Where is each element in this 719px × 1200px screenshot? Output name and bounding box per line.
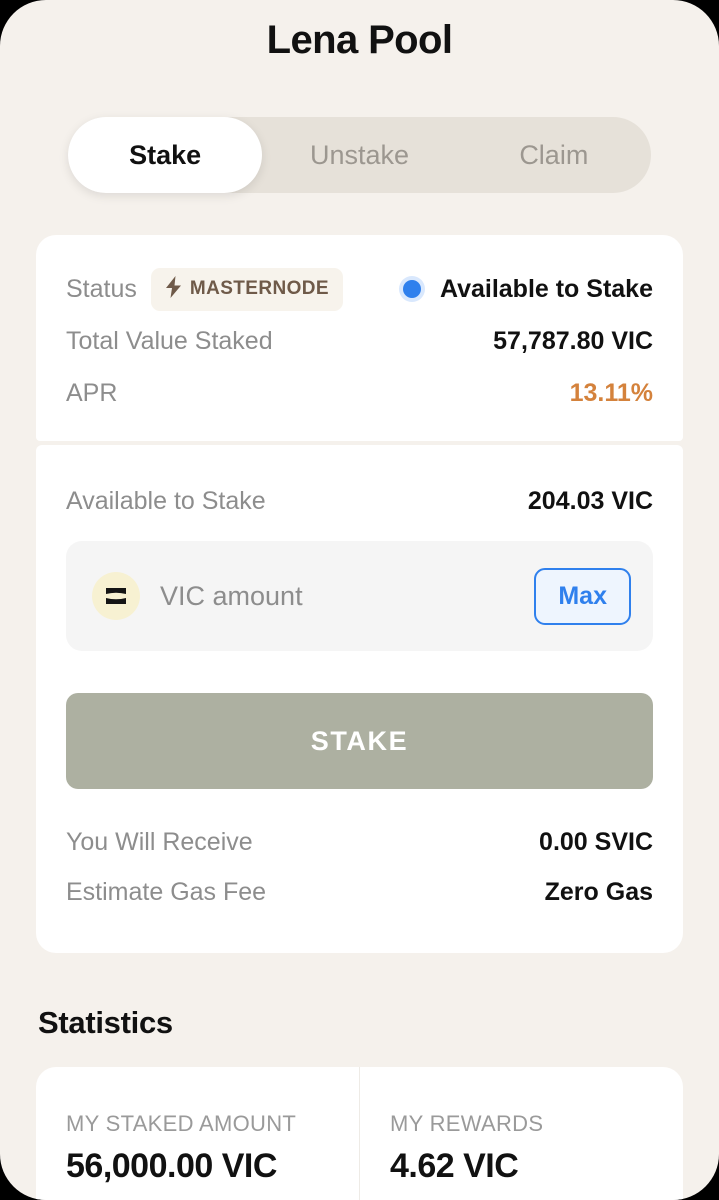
available-to-stake-row: Available to Stake 204.03 VIC [66, 475, 653, 527]
stake-form-card: Available to Stake 204.03 VIC Max STAKE … [36, 445, 683, 953]
stat-label: MY REWARDS [390, 1111, 544, 1136]
apr-row: APR 13.11% [66, 367, 653, 419]
stat-label: MY STAKED AMOUNT [66, 1111, 297, 1136]
gas-fee-value: Zero Gas [544, 877, 653, 906]
tab-claim[interactable]: Claim [457, 117, 651, 193]
stake-panel: Status MASTERNODE Available to Stake Tot… [36, 235, 683, 953]
stat-card-my-rewards: MY REWARDS 4.62 VIC [359, 1067, 683, 1200]
available-to-stake-value: 204.03 VIC [527, 486, 653, 515]
availability-group: Available to Stake [398, 274, 653, 304]
max-button[interactable]: Max [534, 567, 631, 625]
statistics-cards: MY STAKED AMOUNT 56,000.00 VIC MY REWARD… [36, 1067, 683, 1200]
pool-info-card: Status MASTERNODE Available to Stake Tot… [36, 235, 683, 441]
you-will-receive-label: You Will Receive [66, 827, 253, 856]
apr-value: 13.11% [569, 378, 653, 407]
vic-token-icon [92, 572, 140, 620]
stat-value: 56,000.00 VIC [66, 1147, 277, 1185]
gas-fee-label: Estimate Gas Fee [66, 877, 267, 906]
tab-bar: Stake Unstake Claim [68, 117, 651, 193]
tab-stake[interactable]: Stake [68, 117, 263, 193]
tab-bar-container: Stake Unstake Claim [0, 63, 719, 193]
availability-text: Available to Stake [439, 274, 653, 303]
status-left-group: Status MASTERNODE [66, 267, 343, 311]
amount-input[interactable] [160, 580, 515, 612]
gas-fee-row: Estimate Gas Fee Zero Gas [66, 867, 653, 917]
amount-input-container[interactable]: Max [66, 541, 653, 651]
bolt-icon [165, 275, 182, 303]
you-will-receive-row: You Will Receive 0.00 SVIC [66, 817, 653, 867]
tab-unstake[interactable]: Unstake [262, 117, 456, 193]
stat-value: 4.62 VIC [390, 1147, 519, 1185]
total-value-staked-row: Total Value Staked 57,787.80 VIC [66, 315, 653, 367]
status-label: Status [66, 274, 137, 303]
masternode-badge-label: MASTERNODE [189, 278, 329, 299]
status-row: Status MASTERNODE Available to Stake [66, 263, 653, 315]
apr-label: APR [66, 378, 118, 407]
stat-card-my-staked-amount: MY STAKED AMOUNT 56,000.00 VIC [36, 1067, 359, 1200]
total-value-staked-label: Total Value Staked [66, 326, 273, 355]
app-surface: Lena Pool Stake Unstake Claim Status MAS… [0, 0, 719, 1200]
statistics-title: Statistics [38, 1005, 173, 1040]
you-will-receive-value: 0.00 SVIC [539, 827, 653, 856]
available-to-stake-label: Available to Stake [66, 486, 266, 515]
statistics-section: Statistics MY STAKED AMOUNT 56,000.00 VI… [36, 1005, 683, 1200]
stake-submit-button[interactable]: STAKE [66, 693, 653, 789]
transaction-summary: You Will Receive 0.00 SVIC Estimate Gas … [66, 817, 653, 917]
total-value-staked-value: 57,787.80 VIC [493, 326, 653, 355]
masternode-badge: MASTERNODE [150, 267, 343, 311]
page-title: Lena Pool [266, 18, 453, 62]
status-dot-icon [398, 276, 425, 302]
